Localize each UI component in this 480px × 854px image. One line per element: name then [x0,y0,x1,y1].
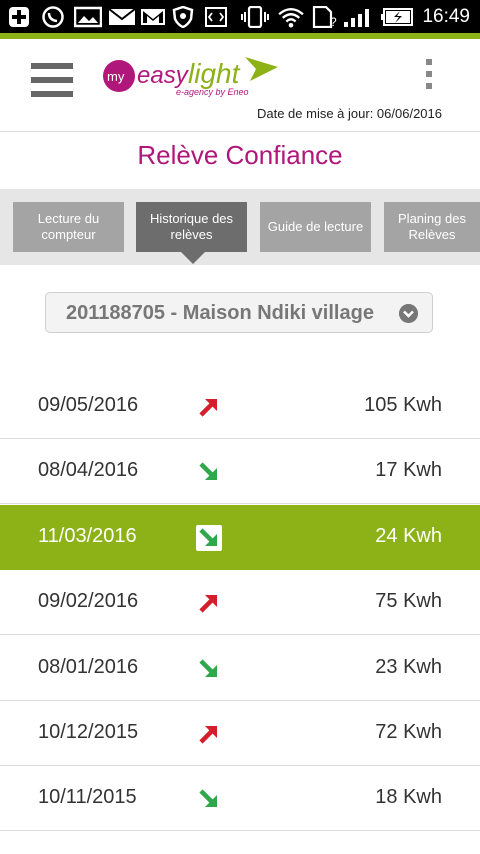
signal-icon [344,9,369,27]
status-bar: ? 16:49 [0,0,480,33]
image-icon [74,6,102,28]
svg-text:my: my [107,69,125,84]
reading-row[interactable]: 11/03/2016 24 Kwh [0,504,480,570]
reading-kwh: 17 Kwh [375,459,442,482]
reading-kwh: 18 Kwh [375,786,442,809]
wifi-icon [278,8,304,28]
tab-bar: Lecture du compteur Historique des relèv… [0,189,480,265]
reading-date: 10/11/2015 [38,786,137,809]
svg-text:e-agency by Eneo: e-agency by Eneo [176,87,249,97]
svg-text:?: ? [330,15,337,28]
reading-row[interactable]: 09/05/2016 105 Kwh [0,374,480,439]
reading-kwh: 105 Kwh [364,394,442,416]
reading-date: 09/05/2016 [38,394,139,416]
reading-row[interactable]: 10/11/2015 18 Kwh [0,766,480,832]
reading-row[interactable]: 09/02/2016 75 Kwh [0,570,480,636]
reading-kwh: 75 Kwh [375,590,442,613]
reading-row[interactable]: 08/04/2016 17 Kwh [0,439,480,505]
myeasylight-logo: my easy light e-agency by Eneo [103,57,278,97]
trend-up-arrow-icon [199,399,217,417]
reading-kwh: 23 Kwh [375,655,442,678]
svg-text:light: light [188,58,241,89]
reading-date: 08/01/2016 [38,655,139,678]
clock: 16:49 [422,6,470,27]
trend-down-arrow-icon [199,789,217,808]
sim-icon: ? [312,6,337,28]
trend-down-arrow-icon [196,524,222,551]
code-icon [205,7,227,27]
whatsapp-icon [42,6,64,28]
update-date: Date de mise à jour: 06/06/2016 [256,106,442,121]
meter-select[interactable]: 201188705 - Maison Ndiki village [45,292,433,333]
trend-down-arrow-icon [199,462,217,481]
reading-row[interactable]: 10/12/2015 72 Kwh [0,701,480,766]
chevron-down-icon [399,304,418,323]
trend-up-arrow-icon [199,726,217,744]
svg-text:easy: easy [137,62,190,89]
tab-lecture-compteur[interactable]: Lecture du compteur [13,202,124,252]
shield-icon [172,6,194,28]
reading-kwh: 72 Kwh [375,721,442,743]
reading-row[interactable]: 08/01/2016 23 Kwh [0,635,480,701]
active-tab-pointer [181,252,205,264]
app-header: my easy light e-agency by Eneo Date de m… [0,39,480,132]
plus-icon [9,7,29,27]
battery-charging-icon [381,8,413,26]
tab-historique-releves[interactable]: Historique des relèves [136,202,247,252]
overflow-menu-icon[interactable] [422,59,436,93]
trend-down-arrow-icon [199,659,217,677]
reading-date: 10/12/2015 [38,721,139,743]
reading-date: 09/02/2016 [38,590,139,613]
page-title: Relève Confiance [137,140,343,170]
menu-icon[interactable] [31,63,73,97]
reading-kwh: 24 Kwh [375,524,442,547]
tab-guide-lecture[interactable]: Guide de lecture [260,202,371,252]
vibrate-icon [241,6,269,28]
meter-select-value: 201188705 - Maison Ndiki village [66,302,374,324]
reading-date: 11/03/2016 [38,524,137,547]
gmail-icon [141,9,165,25]
mail-icon [108,8,136,25]
tab-planing-releves[interactable]: Planing des Relèves [384,202,480,252]
reading-date: 08/04/2016 [38,459,139,482]
trend-up-arrow-icon [199,595,217,613]
